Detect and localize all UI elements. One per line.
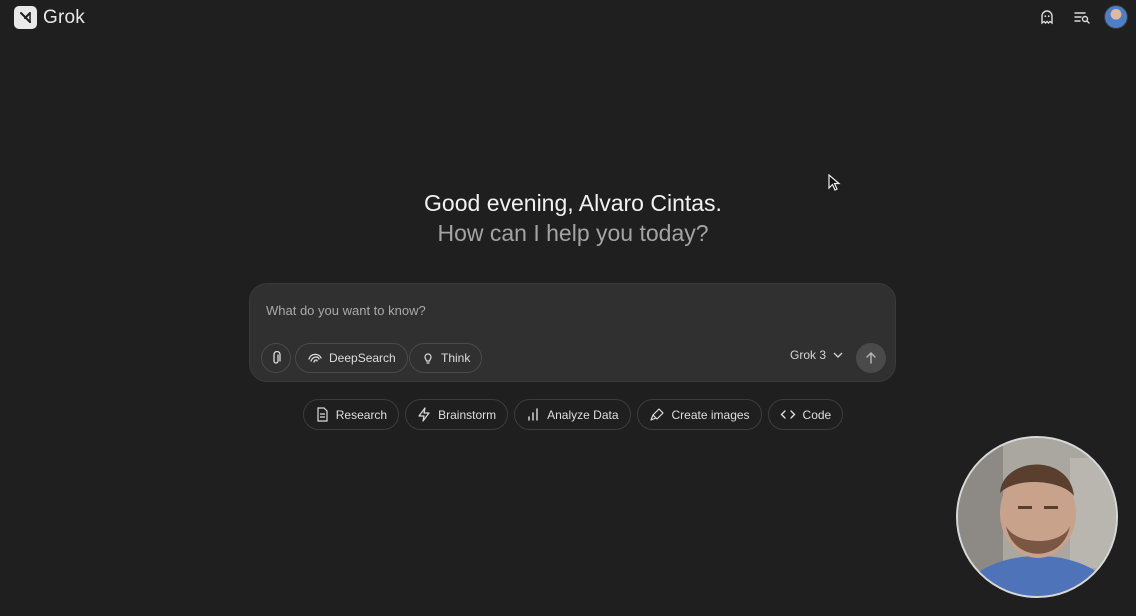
model-label: Grok 3 <box>790 348 827 362</box>
greeting-subtitle: How can I help you today? <box>437 220 709 246</box>
chevron-down-icon <box>833 352 843 358</box>
lightbulb-icon <box>424 353 432 364</box>
grok-logo-icon <box>14 6 37 29</box>
top-actions <box>1036 5 1128 29</box>
code-icon <box>780 410 796 419</box>
create-images-suggestion[interactable]: Create images <box>636 399 762 430</box>
analyze-data-suggestion[interactable]: Analyze Data <box>514 399 631 430</box>
brainstorm-suggestion[interactable]: Brainstorm <box>405 399 509 430</box>
webcam-overlay <box>956 436 1118 598</box>
top-bar: Grok <box>0 0 1136 36</box>
research-label: Research <box>335 407 388 422</box>
greeting-title: Good evening, Alvaro Cintas. <box>424 190 722 216</box>
composer: DeepSearch Think Grok 3 <box>249 283 896 382</box>
think-button[interactable]: Think <box>409 343 483 373</box>
message-input[interactable] <box>266 300 866 320</box>
document-icon <box>317 407 328 422</box>
brainstorm-label: Brainstorm <box>438 407 497 422</box>
attach-button[interactable] <box>261 343 291 373</box>
bar-chart-icon <box>528 408 538 421</box>
suggestions: Research Brainstorm Analyze Data Create … <box>0 399 1136 430</box>
paint-brush-icon <box>649 408 664 421</box>
history-search-icon[interactable] <box>1070 5 1092 29</box>
analyze-data-label: Analyze Data <box>547 407 619 422</box>
arrow-up-icon <box>866 352 876 364</box>
ghost-icon[interactable] <box>1036 5 1058 29</box>
paperclip-icon <box>273 351 281 364</box>
code-label: Code <box>802 407 832 422</box>
think-label: Think <box>441 351 471 365</box>
app-name: Grok <box>43 6 85 28</box>
deepsearch-icon <box>308 353 322 363</box>
greeting: Good evening, Alvaro Cintas. How can I h… <box>0 189 1136 248</box>
mouse-cursor-icon <box>828 174 841 191</box>
deepsearch-button[interactable]: DeepSearch <box>295 343 408 373</box>
avatar[interactable] <box>1104 5 1128 29</box>
lightning-icon <box>418 407 430 422</box>
model-select[interactable]: Grok 3 <box>790 348 843 362</box>
deepsearch-label: DeepSearch <box>329 351 396 365</box>
grok-logo[interactable]: Grok <box>14 6 85 29</box>
code-suggestion[interactable]: Code <box>767 399 844 430</box>
research-suggestion[interactable]: Research <box>302 399 400 430</box>
create-images-label: Create images <box>671 407 750 422</box>
send-button[interactable] <box>856 343 886 373</box>
